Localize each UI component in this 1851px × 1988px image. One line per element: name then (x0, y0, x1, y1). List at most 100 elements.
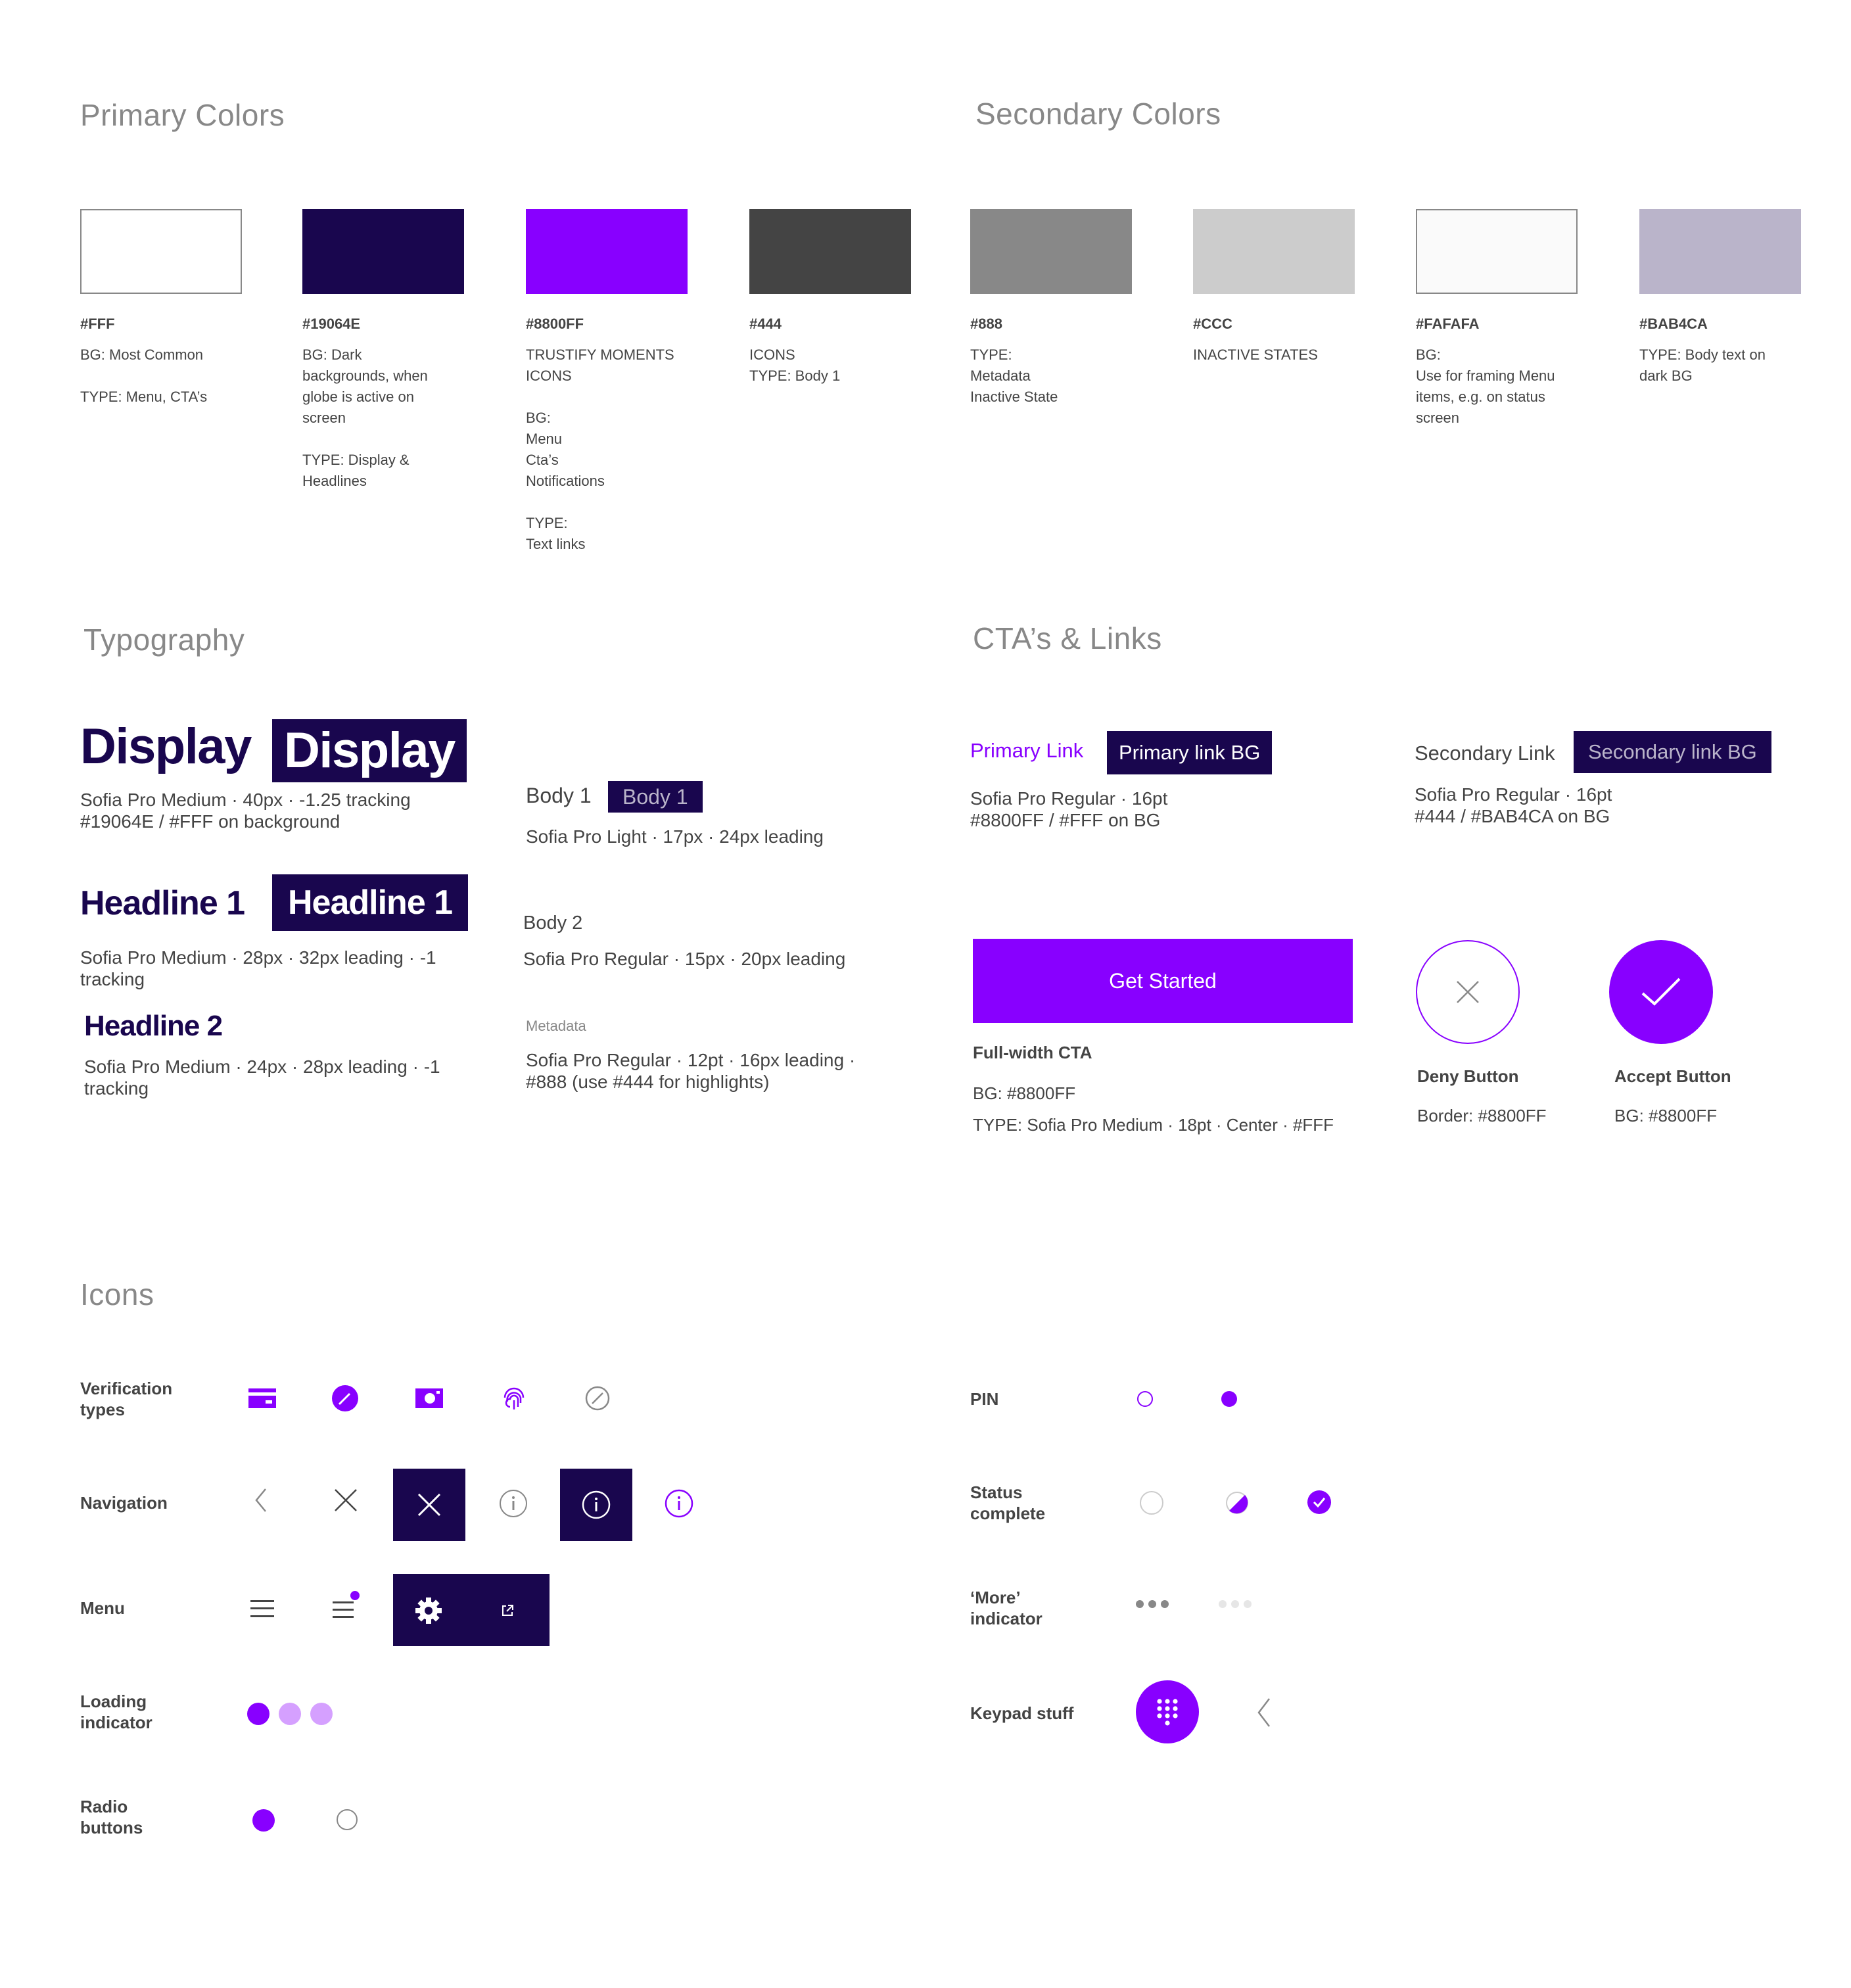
color-swatch (526, 209, 688, 294)
pen-icon (331, 1384, 359, 1412)
color-usage-description: ICONS TYPE: Body 1 (749, 344, 920, 387)
body1-spec: Sofia Pro Light · 17px · 24px leading (526, 826, 824, 847)
row-label-line: indicator (80, 1713, 152, 1732)
verification-types-label: Verification types (80, 1378, 172, 1420)
body1-sample-on-bg: Body 1 (608, 781, 703, 813)
more-indicator-light-icon[interactable] (1217, 1599, 1253, 1609)
row-label-line: Status (970, 1482, 1023, 1502)
color-swatch (1193, 209, 1355, 294)
close-icon (417, 1493, 441, 1517)
color-usage-description: BG: Most Common TYPE: Menu, CTA’s (80, 344, 251, 408)
get-started-button[interactable]: Get Started (973, 939, 1353, 1023)
accept-button-label: Accept Button (1614, 1066, 1731, 1086)
close-icon[interactable] (333, 1487, 359, 1513)
display-sample: Display (80, 719, 252, 774)
color-hex-label: #8800FF (526, 316, 584, 332)
accept-button[interactable] (1609, 940, 1713, 1044)
ctas-title: CTA’s & Links (973, 621, 1162, 655)
body2-sample: Body 2 (523, 912, 583, 934)
color-usage-line: TYPE: (526, 515, 568, 531)
color-hex-label: #888 (970, 316, 1002, 332)
deny-button[interactable] (1416, 940, 1520, 1044)
navigation-label: Navigation (80, 1493, 168, 1513)
primary-link-spec: Sofia Pro Regular · 16pt #8800FF / #FFF … (970, 788, 1168, 830)
hamburger-notification-icon[interactable] (331, 1590, 360, 1620)
color-usage-line: dark BG (1639, 367, 1693, 384)
color-usage-description: TYPE: Body text on dark BG (1639, 344, 1810, 387)
info-icon[interactable] (498, 1488, 528, 1519)
disabled-icon (584, 1384, 611, 1412)
row-label-line: types (80, 1400, 125, 1419)
hamburger-icon[interactable] (250, 1598, 275, 1620)
secondary-link-on-bg[interactable]: Secondary link BG (1574, 731, 1771, 773)
body1-sample: Body 1 (526, 784, 592, 807)
close-icon (1457, 981, 1479, 1003)
headline1-spec: Sofia Pro Medium · 28px · 32px leading ·… (80, 947, 436, 989)
color-usage-line: ICONS (526, 367, 572, 384)
display-sample-on-bg: Display (272, 719, 467, 782)
color-usage-line: INACTIVE STATES (1193, 346, 1318, 363)
loading-indicator-label: Loading indicator (80, 1691, 152, 1733)
menu-label: Menu (80, 1598, 125, 1618)
secondary-link[interactable]: Secondary Link (1415, 742, 1555, 765)
back-icon[interactable] (251, 1487, 271, 1513)
color-usage-line: globe is active on (302, 389, 414, 405)
color-hex-label: #FFF (80, 316, 115, 332)
primary-link-on-bg[interactable]: Primary link BG (1107, 731, 1273, 774)
more-indicator-label: ‘More’ indicator (970, 1587, 1043, 1629)
radio-unselected[interactable] (337, 1809, 358, 1830)
status-empty-icon (1140, 1491, 1163, 1515)
display-spec: Sofia Pro Medium · 40px · -1.25 tracking… (80, 790, 411, 832)
primary-link[interactable]: Primary Link (970, 739, 1083, 763)
card-icon (248, 1387, 276, 1409)
metadata-spec: Sofia Pro Regular · 12pt · 16px leading … (526, 1050, 856, 1092)
color-usage-line (302, 429, 473, 450)
color-swatch (749, 209, 911, 294)
close-on-bg-tile[interactable] (393, 1469, 465, 1541)
color-swatch (80, 209, 242, 294)
accept-button-spec: BG: #8800FF (1614, 1106, 1718, 1125)
info-on-bg-tile[interactable] (560, 1469, 632, 1541)
external-link-icon[interactable] (500, 1603, 515, 1619)
camera-icon (415, 1386, 443, 1409)
keypad-back-icon[interactable] (1254, 1696, 1274, 1729)
info-purple-icon[interactable] (664, 1488, 694, 1519)
row-label-line: Radio (80, 1797, 128, 1816)
color-usage-line: screen (302, 410, 346, 426)
settings-icon[interactable] (413, 1595, 444, 1626)
color-usage-line: BG: (526, 410, 551, 426)
full-width-cta-type-spec: TYPE: Sofia Pro Medium · 18pt · Center ·… (973, 1115, 1334, 1135)
row-label-line: complete (970, 1503, 1046, 1523)
color-usage-line: BG: Dark (302, 346, 362, 363)
color-usage-line: TYPE: Menu, CTA’s (80, 389, 208, 405)
color-swatch (970, 209, 1132, 294)
keypad-stuff-label: Keypad stuff (970, 1703, 1074, 1723)
fingerprint-icon (501, 1384, 527, 1413)
secondary-link-spec: Sofia Pro Regular · 16pt #444 / #BAB4CA … (1415, 784, 1612, 826)
metadata-sample: Metadata (526, 1018, 586, 1034)
radio-selected[interactable] (252, 1809, 275, 1832)
loading-dot-active (247, 1703, 269, 1725)
headline1-sample: Headline 1 (80, 884, 245, 922)
color-usage-line: backgrounds, when (302, 367, 428, 384)
color-hex-label: #CCC (1193, 316, 1232, 332)
color-swatch (302, 209, 464, 294)
color-usage-line: Headlines (302, 473, 367, 489)
color-usage-line: ICONS (749, 346, 795, 363)
color-usage-line: Use for framing Menu (1416, 367, 1555, 384)
status-complete-label: Status complete (970, 1482, 1045, 1524)
more-indicator-dark-icon[interactable] (1135, 1599, 1170, 1609)
color-usage-description: TYPE: Metadata Inactive State (970, 344, 1141, 408)
headline1-sample-on-bg: Headline 1 (272, 874, 469, 931)
row-label-line: Verification (80, 1379, 173, 1398)
color-swatch (1416, 209, 1578, 294)
color-swatch (1639, 209, 1801, 294)
color-usage-description: BG: Use for framing Menu items, e.g. on st… (1416, 344, 1587, 429)
primary-colors-title: Primary Colors (80, 98, 285, 132)
status-complete-icon (1307, 1490, 1332, 1515)
keypad-button[interactable] (1136, 1680, 1199, 1743)
full-width-cta-bg-spec: BG: #8800FF (973, 1083, 1076, 1103)
color-usage-line: TYPE: Body 1 (749, 367, 841, 384)
pin-filled (1221, 1391, 1237, 1407)
row-label-line: Loading (80, 1692, 147, 1711)
